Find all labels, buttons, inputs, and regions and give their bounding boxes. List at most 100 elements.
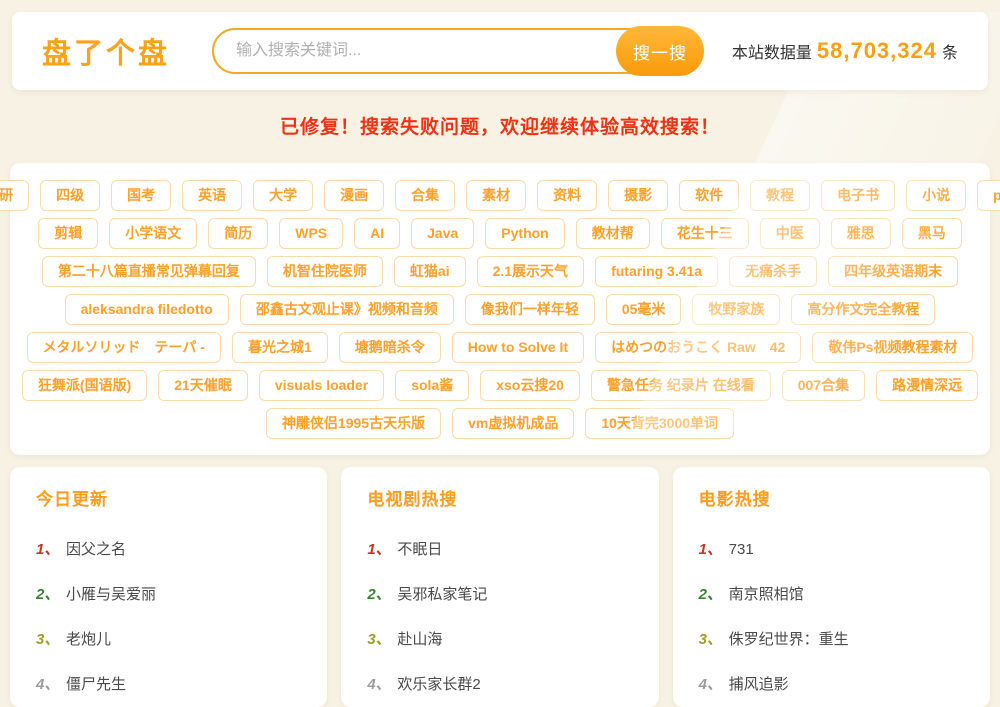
tag-link[interactable]: 漫画 bbox=[324, 180, 384, 211]
hot-list-item[interactable]: 4、欢乐家长群2 bbox=[367, 673, 632, 694]
tag-link[interactable]: Python bbox=[485, 218, 564, 249]
tag-link[interactable]: 警急任务 纪录片 在线看 bbox=[591, 370, 771, 401]
tag-link[interactable]: メタルソリッド テーパ - bbox=[27, 332, 221, 363]
tag-link[interactable]: 神雕侠侣1995古天乐版 bbox=[266, 408, 441, 439]
tag-link[interactable]: はめつのおうこく Raw 42 bbox=[595, 332, 801, 363]
tag-link[interactable]: 电子书 bbox=[821, 180, 895, 211]
hot-list-item[interactable]: 1、不眠日 bbox=[367, 538, 632, 559]
hot-list-item[interactable]: 2、南京照相馆 bbox=[699, 583, 964, 604]
rank-number: 1、 bbox=[699, 538, 729, 559]
hot-item-title[interactable]: 不眠日 bbox=[397, 538, 442, 559]
hot-item-title[interactable]: 南京照相馆 bbox=[729, 583, 804, 604]
hot-list-item[interactable]: 4、僵尸先生 bbox=[36, 673, 301, 694]
hot-item-title[interactable]: 僵尸先生 bbox=[66, 673, 126, 694]
tag-link[interactable]: 路漫情深远 bbox=[876, 370, 978, 401]
hot-list-item[interactable]: 3、老炮儿 bbox=[36, 628, 301, 649]
tag-link[interactable]: 2.1展示天气 bbox=[477, 256, 584, 287]
tag-link[interactable]: AI bbox=[354, 218, 400, 249]
rank-number: 3、 bbox=[699, 628, 729, 649]
tag-link[interactable]: 像我们一样年轻 bbox=[465, 294, 595, 325]
tag-link[interactable]: 虹猫ai bbox=[394, 256, 466, 287]
tag-link[interactable]: 中医 bbox=[760, 218, 820, 249]
tag-link[interactable]: 高分作文完全教程 bbox=[791, 294, 935, 325]
hot-item-title[interactable]: 赴山海 bbox=[397, 628, 442, 649]
tag-link[interactable]: 狂舞派(国语版) bbox=[22, 370, 147, 401]
panel-title: 电影热搜 bbox=[699, 485, 964, 510]
tag-link[interactable]: 剪辑 bbox=[38, 218, 98, 249]
tag-link[interactable]: Java bbox=[411, 218, 474, 249]
tag-link[interactable]: 考研 bbox=[0, 180, 29, 211]
tag-link[interactable]: 简历 bbox=[208, 218, 268, 249]
tag-link[interactable]: sola酱 bbox=[395, 370, 469, 401]
hot-item-title[interactable]: 老炮儿 bbox=[66, 628, 111, 649]
rank-number: 1、 bbox=[36, 538, 66, 559]
tag-link[interactable]: 敬伟Ps视频教程素材 bbox=[812, 332, 973, 363]
tag-link[interactable]: 英语 bbox=[182, 180, 242, 211]
tag-link[interactable]: 塘鹅暗杀令 bbox=[339, 332, 441, 363]
tag-row: 剪辑小学语文简历 WPS AI Java Python 教材帮花生十三中医雅思黑马 bbox=[28, 218, 972, 249]
tag-link[interactable]: 大学 bbox=[253, 180, 313, 211]
tag-link[interactable]: 小学语文 bbox=[109, 218, 197, 249]
hot-item-title[interactable]: 小雁与吴爱丽 bbox=[66, 583, 156, 604]
hot-list-item[interactable]: 4、捕风追影 bbox=[699, 673, 964, 694]
tag-link[interactable]: 教材帮 bbox=[576, 218, 650, 249]
tag-link[interactable]: 暮光之城1 bbox=[232, 332, 328, 363]
hot-item-title[interactable]: 731 bbox=[729, 541, 754, 558]
tag-link[interactable]: futaring 3.41a bbox=[595, 256, 718, 287]
tag-link[interactable]: 雅思 bbox=[831, 218, 891, 249]
tag-link[interactable]: 国考 bbox=[111, 180, 171, 211]
tag-link[interactable]: 机智住院医师 bbox=[267, 256, 383, 287]
tag-link[interactable]: 素材 bbox=[466, 180, 526, 211]
hot-item-title[interactable]: 欢乐家长群2 bbox=[397, 673, 480, 694]
hot-item-title[interactable]: 侏罗纪世界：重生 bbox=[729, 628, 849, 649]
tag-link[interactable]: 05毫米 bbox=[606, 294, 682, 325]
tag-link[interactable]: 教程 bbox=[750, 180, 810, 211]
tag-link[interactable]: 黑马 bbox=[902, 218, 962, 249]
rank-number: 2、 bbox=[36, 583, 66, 604]
tag-link[interactable]: WPS bbox=[279, 218, 343, 249]
header: 盘了个盘 搜一搜 本站数据量 58,703,324 条 bbox=[12, 12, 988, 90]
tag-link[interactable]: 邵鑫古文观止课》视频和音频 bbox=[240, 294, 454, 325]
site-logo[interactable]: 盘了个盘 bbox=[42, 30, 170, 72]
rank-number: 4、 bbox=[699, 673, 729, 694]
tag-link[interactable]: 花生十三 bbox=[661, 218, 749, 249]
hot-panel: 电视剧热搜1、不眠日2、吴邪私家笔记3、赴山海4、欢乐家长群2 bbox=[341, 467, 658, 707]
hot-item-title[interactable]: 吴邪私家笔记 bbox=[397, 583, 487, 604]
hot-list-item[interactable]: 1、因父之名 bbox=[36, 538, 301, 559]
tag-link[interactable]: 第二十八篇直播常见弹幕回复 bbox=[42, 256, 256, 287]
tag-link[interactable]: 无痛杀手 bbox=[729, 256, 817, 287]
tag-link[interactable]: visuals loader bbox=[259, 370, 384, 401]
tag-link[interactable]: 10天背完3000单词 bbox=[585, 408, 734, 439]
tag-link[interactable]: 四级 bbox=[40, 180, 100, 211]
hot-panel: 电影热搜 1、731 2、南京照相馆 3、侏罗纪世界：重生 4、捕风追影 bbox=[673, 467, 990, 707]
tag-link[interactable]: 小说 bbox=[906, 180, 966, 211]
search-button[interactable]: 搜一搜 bbox=[616, 26, 704, 76]
tag-link[interactable]: xso云搜20 bbox=[480, 370, 580, 401]
hot-tags-card: 考研四级国考英语大学漫画合集素材资料摄影软件教程电子书小说ppt剪辑小学语文简历… bbox=[10, 163, 990, 455]
tag-link[interactable]: 软件 bbox=[679, 180, 739, 211]
tag-row: メタルソリッド テーパ - 暮光之城1 塘鹅暗杀令 How to Solve It はめ… bbox=[28, 332, 972, 363]
tag-link[interactable]: 007合集 bbox=[782, 370, 865, 401]
rank-number: 4、 bbox=[36, 673, 66, 694]
tag-link[interactable]: How to Solve It bbox=[452, 332, 584, 363]
hot-list-item[interactable]: 2、小雁与吴爱丽 bbox=[36, 583, 301, 604]
tag-link[interactable]: 合集 bbox=[395, 180, 455, 211]
hot-item-title[interactable]: 捕风追影 bbox=[729, 673, 789, 694]
tag-link[interactable]: 摄影 bbox=[608, 180, 668, 211]
hot-list-item[interactable]: 3、侏罗纪世界：重生 bbox=[699, 628, 964, 649]
tag-link[interactable]: 资料 bbox=[537, 180, 597, 211]
hot-list-item[interactable]: 1、731 bbox=[699, 538, 964, 559]
tag-link[interactable]: aleksandra filedotto bbox=[65, 294, 229, 325]
hot-list-item[interactable]: 2、吴邪私家笔记 bbox=[367, 583, 632, 604]
tag-link[interactable]: 四年级英语期末 bbox=[828, 256, 958, 287]
rank-number: 1、 bbox=[367, 538, 397, 559]
tag-link[interactable]: ppt bbox=[977, 180, 1000, 211]
hot-list-item[interactable]: 3、赴山海 bbox=[367, 628, 632, 649]
tag-link[interactable]: 牧野家族 bbox=[692, 294, 780, 325]
hot-list: 1、因父之名 2、小雁与吴爱丽 3、老炮儿 4、僵尸先生 bbox=[36, 538, 301, 694]
tag-link[interactable]: vm虚拟机成品 bbox=[452, 408, 574, 439]
tag-link[interactable]: 21天催眠 bbox=[158, 370, 248, 401]
tag-row: aleksandra filedotto 邵鑫古文观止课》视频和音频像我们一样年轻… bbox=[28, 294, 972, 325]
hot-panel: 今日更新1、因父之名2、小雁与吴爱丽3、老炮儿4、僵尸先生 bbox=[10, 467, 327, 707]
hot-item-title[interactable]: 因父之名 bbox=[66, 538, 126, 559]
